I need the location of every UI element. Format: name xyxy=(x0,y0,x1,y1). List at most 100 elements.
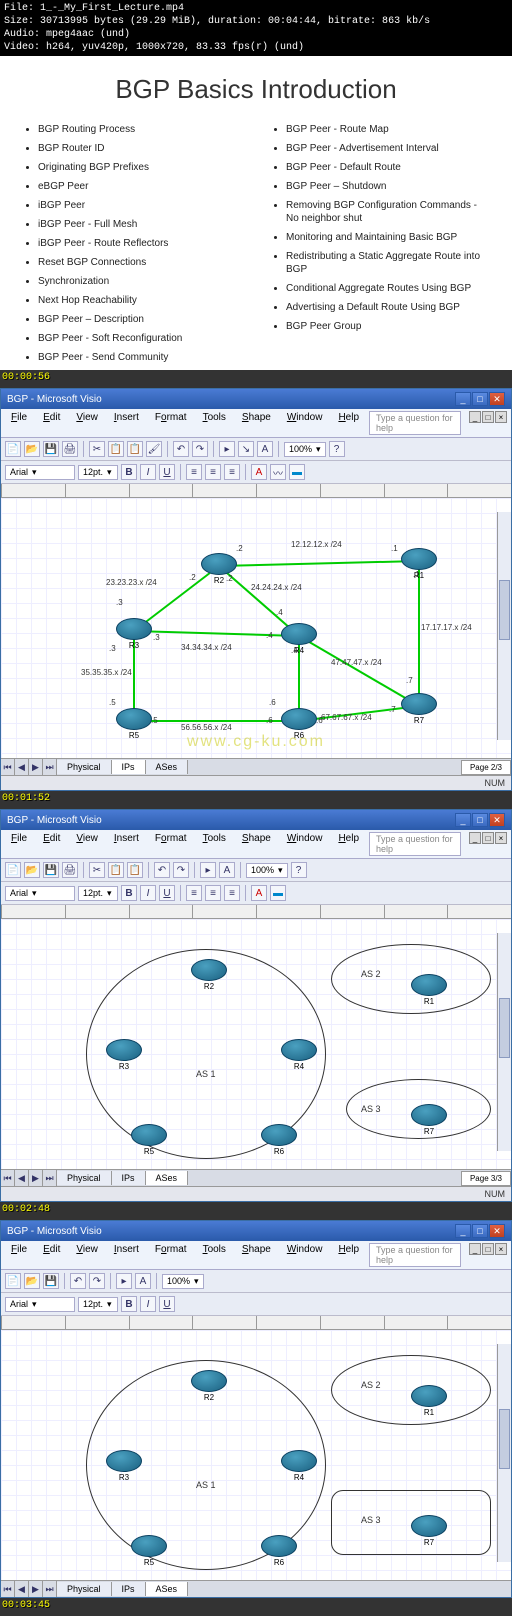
menu-shape[interactable]: Shape xyxy=(236,1243,277,1267)
save-button[interactable]: 💾 xyxy=(43,1273,59,1289)
menu-file[interactable]: File xyxy=(5,411,33,435)
router-r4[interactable]: R4 xyxy=(281,1039,317,1063)
router-r5[interactable]: R5 xyxy=(131,1535,167,1559)
pointer-tool[interactable]: ▸ xyxy=(200,862,216,878)
align-center-button[interactable]: ≡ xyxy=(205,885,221,901)
drawing-canvas[interactable]: www.cg-ku.com R1R2R3R4R5R6R712.12.12.x /… xyxy=(1,498,511,758)
menu-format[interactable]: Format xyxy=(149,411,193,435)
network-link[interactable] xyxy=(418,561,420,706)
tab-ips[interactable]: IPs xyxy=(112,1171,146,1185)
scroll-thumb[interactable] xyxy=(499,998,510,1058)
tab-ases[interactable]: ASes xyxy=(146,1582,189,1596)
help-search-box[interactable]: Type a question for help xyxy=(369,1243,461,1267)
cut-button[interactable]: ✂ xyxy=(89,862,105,878)
minimize-button[interactable]: _ xyxy=(455,813,471,827)
text-tool[interactable]: A xyxy=(135,1273,151,1289)
title-bar[interactable]: BGP - Microsoft Visio _□✕ xyxy=(1,810,511,830)
tab-nav-next[interactable]: ▶ xyxy=(29,1581,43,1597)
open-button[interactable]: 📂 xyxy=(24,1273,40,1289)
cut-button[interactable]: ✂ xyxy=(89,441,105,457)
menu-view[interactable]: View xyxy=(70,832,104,856)
tab-nav-last[interactable]: ⏭ xyxy=(43,1170,57,1186)
new-button[interactable]: 📄 xyxy=(5,1273,21,1289)
drawing-canvas[interactable]: R1R2R3R4R5R6R7AS 1AS 2AS 3 xyxy=(1,919,511,1169)
menu-help[interactable]: Help xyxy=(332,1243,365,1267)
fill-color-button[interactable]: ▬ xyxy=(289,464,305,480)
paste-button[interactable]: 📋 xyxy=(127,441,143,457)
menu-view[interactable]: View xyxy=(70,1243,104,1267)
menu-window[interactable]: Window xyxy=(281,832,329,856)
menu-insert[interactable]: Insert xyxy=(108,832,145,856)
menu-tools[interactable]: Tools xyxy=(197,411,232,435)
redo-button[interactable]: ↷ xyxy=(89,1273,105,1289)
doc-min-button[interactable]: _ xyxy=(469,832,481,844)
tab-nav-last[interactable]: ⏭ xyxy=(43,759,57,775)
menu-tools[interactable]: Tools xyxy=(197,832,232,856)
router-r7[interactable]: R7 xyxy=(411,1104,447,1128)
font-select[interactable]: Arial▾ xyxy=(5,465,75,480)
menu-format[interactable]: Format xyxy=(149,832,193,856)
router-r7[interactable]: R7 xyxy=(401,693,437,717)
doc-close-button[interactable]: × xyxy=(495,411,507,423)
router-r1[interactable]: R1 xyxy=(401,548,437,572)
copy-button[interactable]: 📋 xyxy=(108,862,124,878)
menu-file[interactable]: File xyxy=(5,832,33,856)
zoom-select[interactable]: 100%▾ xyxy=(284,442,326,457)
router-r7[interactable]: R7 xyxy=(411,1515,447,1539)
fontsize-select[interactable]: 12pt.▾ xyxy=(78,886,118,901)
doc-restore-button[interactable]: □ xyxy=(482,411,494,423)
connector-tool[interactable]: ↘ xyxy=(238,441,254,457)
menu-edit[interactable]: Edit xyxy=(37,832,66,856)
router-r6[interactable]: R6 xyxy=(261,1535,297,1559)
tab-ases[interactable]: ASes xyxy=(146,1171,189,1185)
redo-button[interactable]: ↷ xyxy=(192,441,208,457)
open-button[interactable]: 📂 xyxy=(24,862,40,878)
undo-button[interactable]: ↶ xyxy=(70,1273,86,1289)
tab-physical[interactable]: Physical xyxy=(57,760,112,774)
scroll-thumb[interactable] xyxy=(499,580,510,640)
vertical-scrollbar[interactable] xyxy=(497,1344,511,1562)
menu-window[interactable]: Window xyxy=(281,1243,329,1267)
underline-button[interactable]: U xyxy=(159,464,175,480)
help-button[interactable]: ? xyxy=(329,441,345,457)
print-button[interactable]: 🖨 xyxy=(62,862,78,878)
bold-button[interactable]: B xyxy=(121,464,137,480)
menu-shape[interactable]: Shape xyxy=(236,411,277,435)
menu-edit[interactable]: Edit xyxy=(37,411,66,435)
scroll-thumb[interactable] xyxy=(499,1409,510,1469)
tab-nav-next[interactable]: ▶ xyxy=(29,1170,43,1186)
router-r1[interactable]: R1 xyxy=(411,974,447,998)
network-link[interactable] xyxy=(134,720,299,722)
tab-nav-first[interactable]: ⏮ xyxy=(1,1170,15,1186)
title-bar[interactable]: BGP - Microsoft Visio _□✕ xyxy=(1,1221,511,1241)
tab-nav-first[interactable]: ⏮ xyxy=(1,759,15,775)
router-r3[interactable]: R3 xyxy=(106,1039,142,1063)
copy-button[interactable]: 📋 xyxy=(108,441,124,457)
close-button[interactable]: ✕ xyxy=(489,392,505,406)
font-select[interactable]: Arial▾ xyxy=(5,886,75,901)
minimize-button[interactable]: _ xyxy=(455,392,471,406)
open-button[interactable]: 📂 xyxy=(24,441,40,457)
tab-ases[interactable]: ASes xyxy=(146,760,189,774)
tab-nav-prev[interactable]: ◀ xyxy=(15,759,29,775)
new-button[interactable]: 📄 xyxy=(5,862,21,878)
font-color-button[interactable]: A xyxy=(251,464,267,480)
router-r2[interactable]: R2 xyxy=(191,959,227,983)
save-button[interactable]: 💾 xyxy=(43,441,59,457)
bold-button[interactable]: B xyxy=(121,885,137,901)
bold-button[interactable]: B xyxy=(121,1296,137,1312)
doc-close-button[interactable]: × xyxy=(495,832,507,844)
align-left-button[interactable]: ≡ xyxy=(186,464,202,480)
menu-file[interactable]: File xyxy=(5,1243,33,1267)
router-r6[interactable]: R6 xyxy=(261,1124,297,1148)
fontsize-select[interactable]: 12pt.▾ xyxy=(78,465,118,480)
router-r4[interactable]: R4 xyxy=(281,623,317,647)
new-button[interactable]: 📄 xyxy=(5,441,21,457)
menu-format[interactable]: Format xyxy=(149,1243,193,1267)
help-button[interactable]: ? xyxy=(291,862,307,878)
tab-nav-first[interactable]: ⏮ xyxy=(1,1581,15,1597)
italic-button[interactable]: I xyxy=(140,1296,156,1312)
text-tool[interactable]: A xyxy=(257,441,273,457)
maximize-button[interactable]: □ xyxy=(472,813,488,827)
tab-nav-last[interactable]: ⏭ xyxy=(43,1581,57,1597)
